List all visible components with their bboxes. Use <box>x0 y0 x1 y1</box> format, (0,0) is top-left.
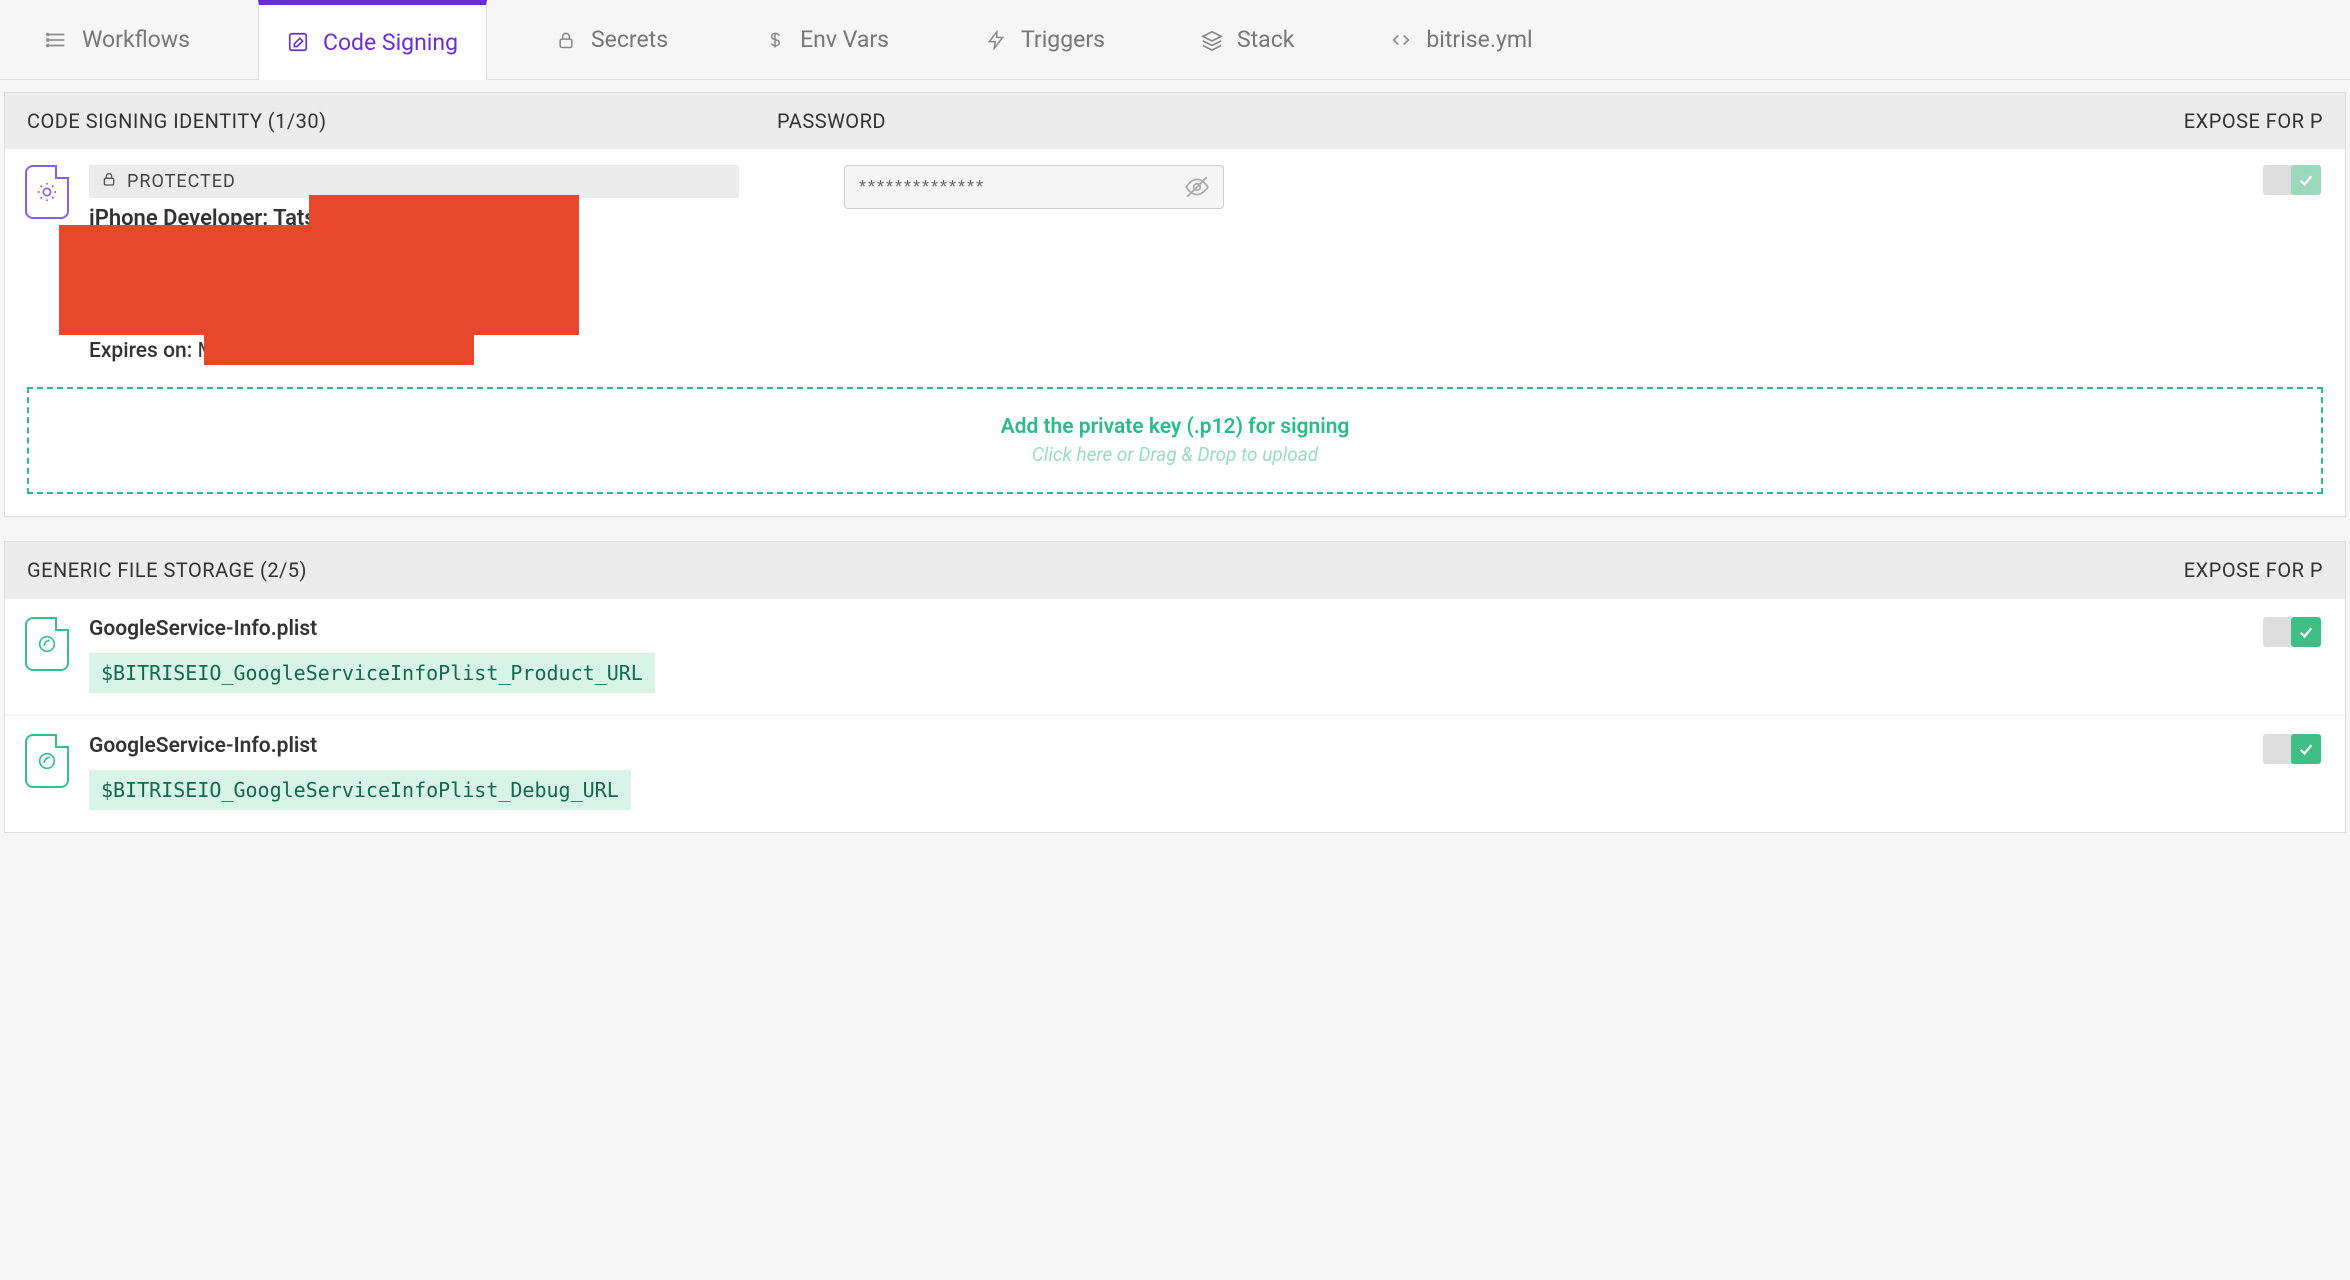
tab-label: Code Signing <box>323 29 458 56</box>
p12-dropzone[interactable]: Add the private key (.p12) for signing C… <box>27 387 2323 494</box>
generic-file-section: GENERIC FILE STORAGE (2/5) EXPOSE FOR P … <box>4 541 2346 833</box>
tab-label: Stack <box>1237 26 1294 53</box>
eye-off-icon[interactable] <box>1184 174 1210 200</box>
tab-triggers[interactable]: Triggers <box>957 0 1133 79</box>
expose-toggle-column <box>2263 165 2325 199</box>
header-identity: CODE SIGNING IDENTITY (1/30) <box>27 109 777 133</box>
protected-badge: PROTECTED <box>89 165 739 198</box>
header-expose: EXPOSE FOR P <box>2184 558 2323 582</box>
dollar-icon <box>764 29 786 51</box>
tab-bitrise-yml[interactable]: bitrise.yml <box>1362 0 1560 79</box>
expires-label: Expires on: <box>89 339 192 363</box>
tab-label: Workflows <box>82 26 190 53</box>
tab-bar: Workflows Code Signing Secrets Env Vars … <box>0 0 2350 80</box>
file-row: GoogleService-Info.plist $BITRISEIO_Goog… <box>5 598 2345 715</box>
tab-label: Env Vars <box>800 26 889 53</box>
code-signing-section: CODE SIGNING IDENTITY (1/30) PASSWORD EX… <box>4 92 2346 517</box>
protected-label: PROTECTED <box>127 171 236 192</box>
layers-icon <box>1201 29 1223 51</box>
expose-toggle[interactable] <box>2263 165 2321 195</box>
env-var: $BITRISEIO_GoogleServiceInfoPlist_Produc… <box>89 653 655 693</box>
password-column <box>844 165 1224 209</box>
header-expose: EXPOSE FOR P <box>2184 109 2323 133</box>
password-input[interactable] <box>844 165 1224 209</box>
file-icon <box>25 617 69 671</box>
header-title: GENERIC FILE STORAGE (2/5) <box>27 558 2184 582</box>
edit-icon <box>287 31 309 53</box>
tab-code-signing[interactable]: Code Signing <box>258 0 487 80</box>
tab-label: Triggers <box>1021 26 1105 53</box>
tab-stack[interactable]: Stack <box>1173 0 1322 79</box>
tab-env-vars[interactable]: Env Vars <box>736 0 917 79</box>
expose-toggle[interactable] <box>2263 617 2321 647</box>
identity-row: PROTECTED iPhone Developer: Tatsuya Team… <box>5 149 2345 387</box>
list-icon <box>46 29 68 51</box>
tab-label: Secrets <box>591 26 668 53</box>
code-icon <box>1390 29 1412 51</box>
dropzone-title: Add the private key (.p12) for signing <box>55 415 2295 439</box>
tab-secrets[interactable]: Secrets <box>527 0 696 79</box>
expose-toggle[interactable] <box>2263 734 2321 764</box>
tab-workflows[interactable]: Workflows <box>18 0 218 79</box>
bolt-icon <box>985 29 1007 51</box>
redaction-block <box>309 195 579 265</box>
certificate-file-icon <box>25 165 69 219</box>
dropzone-subtitle: Click here or Drag & Drop to upload <box>55 443 2295 466</box>
section-header: CODE SIGNING IDENTITY (1/30) PASSWORD EX… <box>5 93 2345 149</box>
identity-details: PROTECTED iPhone Developer: Tatsuya Team… <box>89 165 769 363</box>
file-icon <box>25 734 69 788</box>
redaction-block <box>204 295 474 365</box>
file-name: GoogleService-Info.plist <box>89 734 2243 758</box>
section-header: GENERIC FILE STORAGE (2/5) EXPOSE FOR P <box>5 542 2345 598</box>
lock-icon <box>555 29 577 51</box>
env-var: $BITRISEIO_GoogleServiceInfoPlist_Debug_… <box>89 770 631 810</box>
tab-label: bitrise.yml <box>1426 26 1532 53</box>
lock-icon <box>101 171 117 192</box>
header-password: PASSWORD <box>777 109 1377 133</box>
file-name: GoogleService-Info.plist <box>89 617 2243 641</box>
file-row: GoogleService-Info.plist $BITRISEIO_Goog… <box>5 715 2345 832</box>
